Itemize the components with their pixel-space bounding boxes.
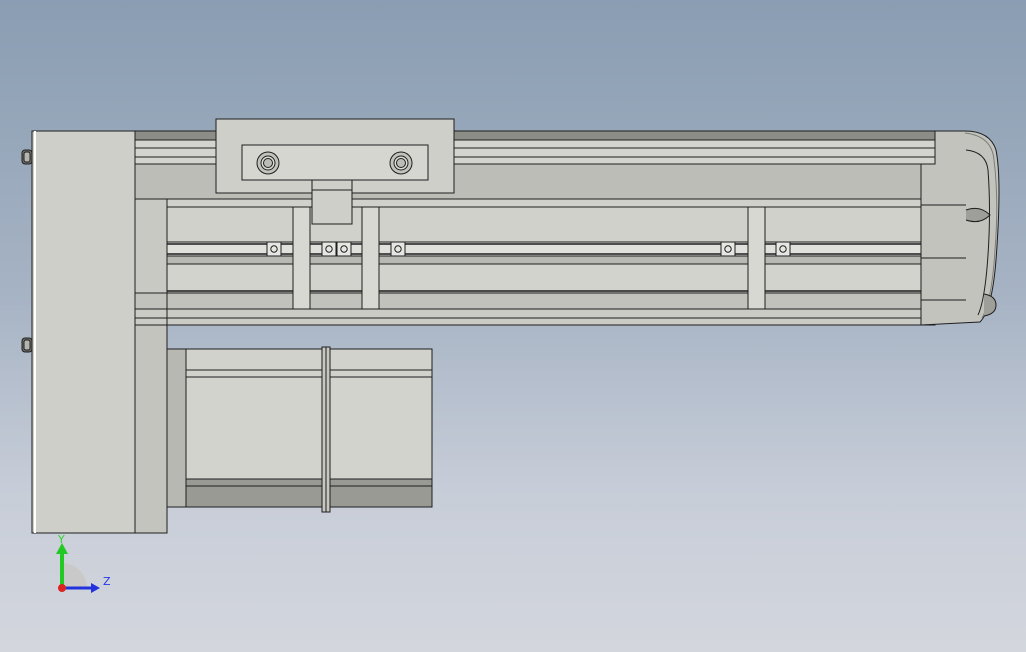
motor-body [166,346,433,513]
y-axis-label: Y [58,533,65,546]
profile-rib-2 [361,206,380,310]
plate-bolt-bottom-icon [21,337,33,353]
profile-rib-3 [747,206,766,310]
rail-screw-1-icon [266,241,282,257]
profile-rib-1 [292,206,311,310]
rail-screw-4-icon [390,241,406,257]
coordinate-triad: Y Z [50,530,120,600]
plate-bolt-top-icon [21,149,33,165]
z-axis-label: Z [103,575,111,588]
rail-screw-5-icon [720,241,736,257]
linear-actuator-model[interactable] [0,0,1026,652]
rail-screw-2-icon [321,241,337,257]
rail-screw-3-icon [336,241,352,257]
carriage-bolt-right-icon [389,151,413,175]
cad-viewport[interactable]: Y Z [0,0,1026,652]
triad-quadrant-icon [62,563,87,588]
rail-screw-6-icon [775,241,791,257]
carriage-bolt-left-icon [256,151,280,175]
